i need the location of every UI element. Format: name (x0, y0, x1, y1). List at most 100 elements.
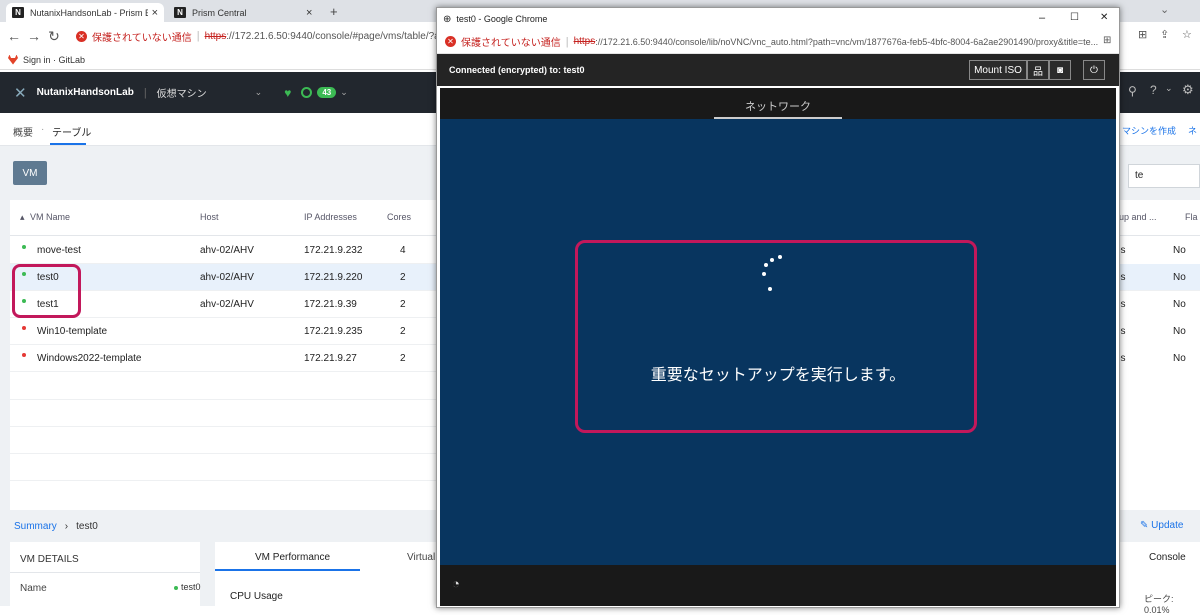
summary-vm-name: test0 (76, 520, 98, 532)
vm-flash: No (1173, 272, 1186, 283)
table-row[interactable]: Windows2022-template 172.21.9.27 2 (10, 345, 440, 372)
network-icon[interactable]: 品 (1027, 60, 1049, 80)
vm-flash: No (1173, 326, 1186, 337)
window-address-bar: ✕ 保護されていない通信 | https ://172.21.6.50:9440… (437, 30, 1119, 54)
tab-label: NutanixHandsonLab - Prism Ele (30, 7, 148, 18)
maximize-button[interactable]: ☐ (1070, 12, 1079, 23)
name-label: Name (20, 583, 47, 594)
tab-label: Prism Central (192, 7, 247, 18)
url-scheme: https (204, 30, 227, 42)
chevron-down-icon[interactable]: ⌄ (340, 87, 348, 98)
vm-name[interactable]: Windows2022-template (37, 353, 142, 364)
vm-flash: No (1173, 353, 1186, 364)
vm-cores: 2 (400, 326, 406, 337)
update-label: Update (1151, 520, 1184, 531)
vm-flash: No (1173, 299, 1186, 310)
vm-button[interactable]: VM (13, 161, 47, 185)
vm-ip: 172.21.9.232 (304, 245, 363, 256)
vm-cores: 2 (400, 299, 406, 310)
highlight-box-setup (575, 240, 977, 433)
power-icon[interactable]: ⏻ (1083, 60, 1105, 80)
mount-iso-button[interactable]: Mount ISO (969, 60, 1027, 80)
tab-overview[interactable]: 概要 (13, 124, 33, 139)
chevron-down-icon[interactable]: ⌄ (1165, 83, 1173, 94)
column-header-ip[interactable]: IP Addresses (304, 212, 357, 222)
vm-details-header: VM DETAILS (20, 554, 79, 565)
summary-link[interactable]: Summary (14, 521, 57, 532)
update-button[interactable]: ✎ Update (1140, 520, 1183, 531)
table-row[interactable]: Win10-template 172.21.9.235 2 (10, 318, 440, 345)
vm-name[interactable]: Win10-template (37, 326, 107, 337)
tab-virtual[interactable]: Virtual (407, 552, 435, 563)
active-tab-indicator (50, 143, 86, 145)
peak-value: ピーク: 0.01% (1144, 594, 1174, 615)
details-divider (10, 572, 200, 573)
close-button[interactable]: ✕ (1100, 12, 1108, 23)
vm-host: ahv-02/AHV (200, 245, 254, 256)
column-header-flash[interactable]: Fla (1185, 212, 1198, 222)
camera-icon[interactable]: ◙ (1049, 60, 1071, 80)
cpu-usage-label: CPU Usage (230, 591, 283, 602)
vm-name[interactable]: move-test (37, 245, 81, 256)
accessibility-icon[interactable]: ◔ (452, 576, 460, 591)
new-tab-button[interactable]: + (330, 4, 338, 19)
network-tab-label: ネットワーク (745, 101, 811, 113)
status-dot-icon (22, 326, 26, 330)
status-ring-icon[interactable] (301, 87, 313, 98)
active-tab-indicator (215, 569, 360, 571)
translate-icon[interactable]: ⊞ (1138, 28, 1147, 41)
column-header-cores[interactable]: Cores (387, 212, 411, 222)
tab-prism-element[interactable]: N NutanixHandsonLab - Prism Ele × (6, 3, 164, 22)
vm-host: ahv-02/AHV (200, 272, 254, 283)
table-row[interactable]: move-test ahv-02/AHV 172.21.9.232 4 (10, 237, 440, 264)
vm-cores: 2 (400, 272, 406, 283)
reload-icon[interactable]: ↻ (44, 28, 64, 45)
status-dot-icon (174, 586, 178, 590)
nutanix-x-icon[interactable]: ✕ (14, 84, 27, 102)
alert-count-badge[interactable]: 43 (317, 87, 337, 98)
vm-performance-panel: VM Performance Virtual CPU Usage (215, 542, 437, 611)
url-text[interactable]: ://172.21.6.50:9440/console/#page/vms/ta… (226, 31, 466, 42)
search-input[interactable]: te (1128, 164, 1200, 188)
help-icon[interactable]: ? (1150, 83, 1157, 97)
more-link[interactable]: ネ (1188, 124, 1197, 137)
connection-status: Connected (encrypted) to: test0 (449, 65, 585, 75)
tab-prism-central[interactable]: N Prism Central × (168, 3, 323, 22)
insecure-label: 保護されていない通信 (461, 38, 561, 49)
sort-arrow-icon[interactable]: ▴ (20, 212, 25, 223)
vm-cores: 4 (400, 245, 406, 256)
back-arrow-icon[interactable]: ← (4, 28, 24, 44)
window-title-bar: ⊕ test0 - Google Chrome – ☐ ✕ (437, 8, 1119, 30)
url-text[interactable]: ://172.21.6.50:9440/console/lib/noVNC/vn… (595, 37, 1098, 47)
column-header-name[interactable]: VM Name (30, 212, 70, 222)
column-header-host[interactable]: Host (200, 212, 219, 222)
vm-flash: No (1173, 245, 1186, 256)
tab-vm-performance[interactable]: VM Performance (255, 552, 330, 563)
novnc-toolbar: Connected (encrypted) to: test0 Mount IS… (437, 54, 1119, 86)
vm-ip: 172.21.9.235 (304, 326, 363, 337)
insecure-warning-icon: ✕ (445, 36, 456, 47)
translate-icon[interactable]: ⊞ (1103, 35, 1111, 46)
search-icon[interactable]: ⚲ (1128, 84, 1137, 98)
row-divider (10, 453, 440, 454)
tab-table[interactable]: テーブル (52, 124, 91, 139)
share-icon[interactable]: ⇪ (1160, 28, 1169, 41)
forward-arrow-icon[interactable]: → (24, 28, 44, 44)
tab-close-icon[interactable]: × (306, 7, 312, 19)
name-value: test0 (181, 582, 201, 592)
tab-console[interactable]: Console (1149, 552, 1186, 563)
health-heart-icon[interactable]: ♥ (284, 86, 291, 100)
url-separator: | (565, 35, 569, 48)
main-menu[interactable]: 仮想マシン (157, 85, 207, 100)
star-icon[interactable]: ☆ (1182, 28, 1192, 41)
gear-icon[interactable]: ⚙ (1182, 82, 1194, 98)
vm-details-panel: VM DETAILS Name test0 (10, 542, 201, 611)
minimize-button[interactable]: – (1039, 12, 1045, 24)
chevron-down-icon[interactable]: ⌄ (255, 87, 263, 98)
create-vm-link[interactable]: マシンを作成 (1122, 124, 1176, 137)
tab-close-icon[interactable]: × (152, 7, 158, 19)
cluster-name[interactable]: NutanixHandsonLab (37, 87, 134, 98)
bookmark-gitlab[interactable]: Sign in · GitLab (23, 55, 85, 65)
summary-bar: Summary › test0 (0, 514, 437, 538)
tab-search-icon[interactable]: ⌄ (1160, 3, 1169, 16)
